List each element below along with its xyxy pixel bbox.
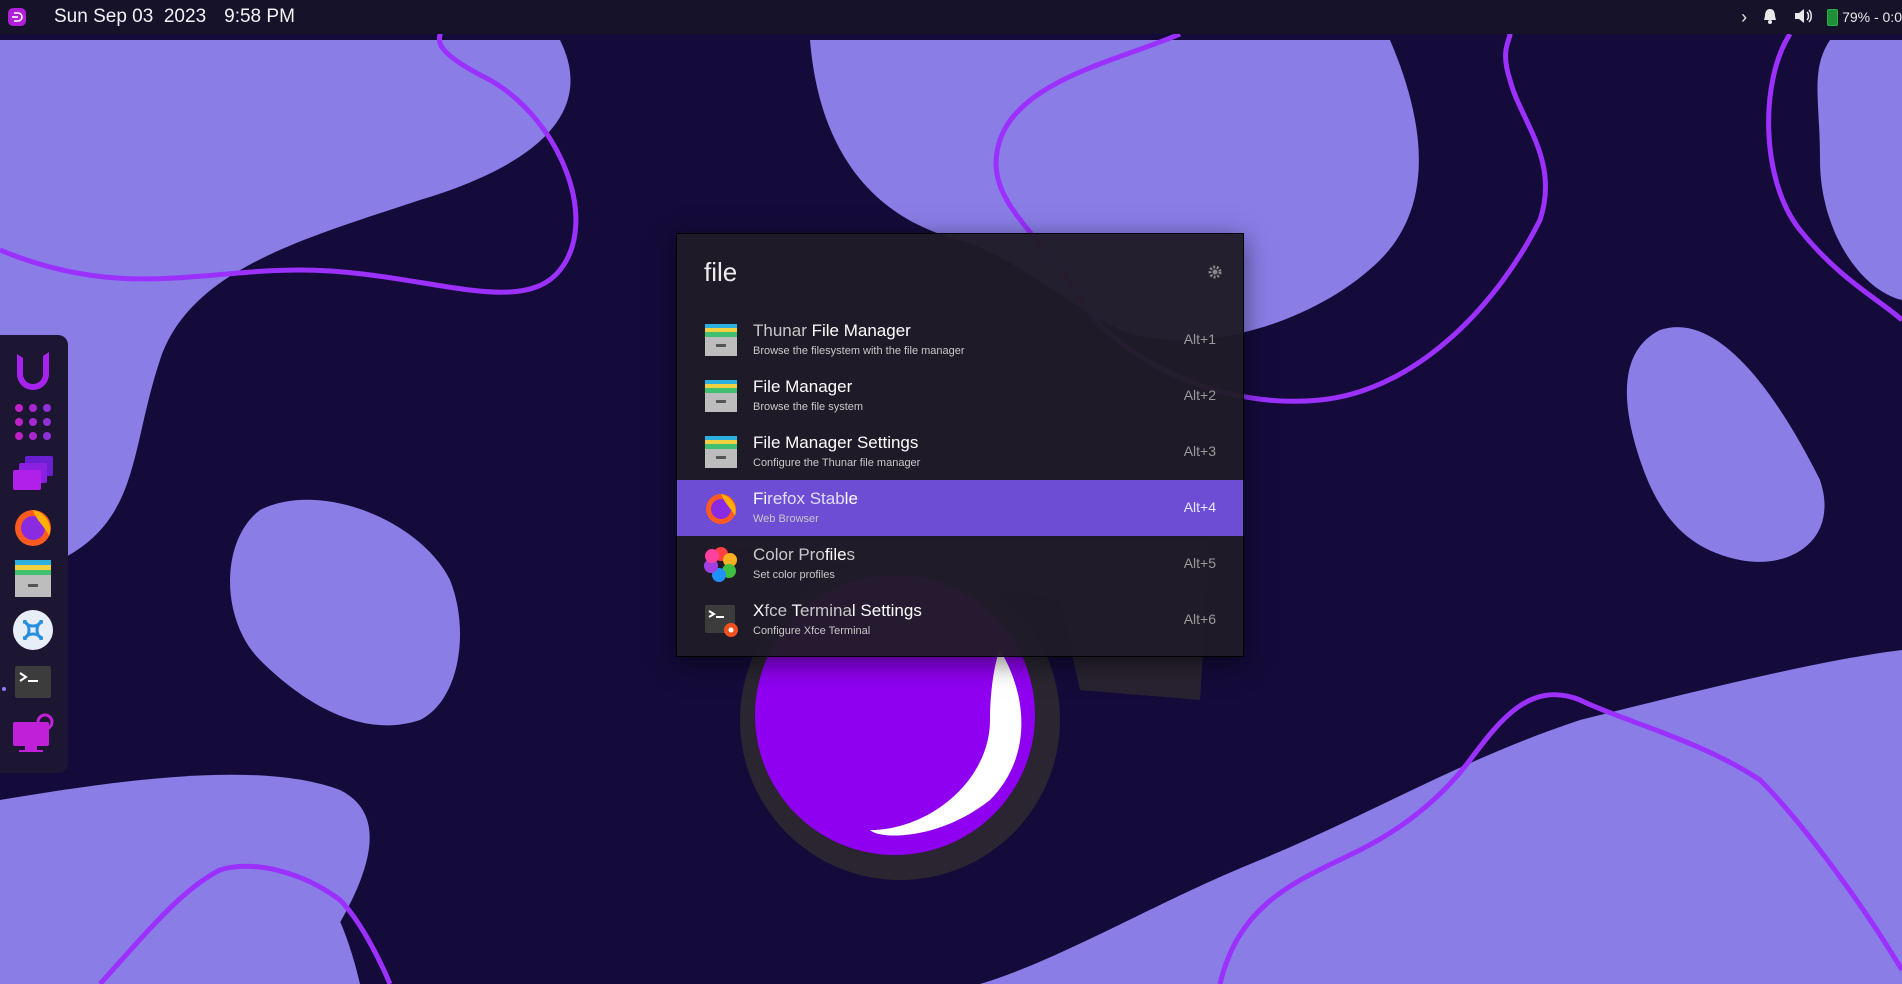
- match-highlight: File: [753, 377, 781, 396]
- match-highlight: Settings: [855, 601, 922, 620]
- match-highlight: Fi: [753, 489, 768, 508]
- hotkey-label: Alt+3: [1183, 443, 1216, 459]
- result-description: Browse the filesystem with the file mana…: [753, 345, 965, 357]
- hotkey-label: Alt+2: [1183, 387, 1216, 403]
- file-manager-icon: [703, 434, 739, 470]
- match-highlight: Manager: [785, 377, 853, 396]
- result-item[interactable]: Thunar File Manager Browse the filesystem…: [677, 312, 1243, 368]
- match-highlight: X: [753, 601, 765, 620]
- match-highlight: file: [824, 545, 847, 564]
- file-manager-icon[interactable]: [10, 555, 56, 601]
- result-name: File Manager: [753, 377, 852, 397]
- name-text: fce: [764, 601, 792, 620]
- battery-label: 79% - 0:0: [1842, 9, 1902, 25]
- search-input[interactable]: [704, 252, 1184, 292]
- result-name: File Manager Settings: [753, 433, 918, 453]
- name-text: ermina: [799, 601, 852, 620]
- hotkey-label: Alt+4: [1183, 499, 1216, 515]
- volume-icon[interactable]: [1793, 7, 1813, 28]
- chevron-right-icon[interactable]: ›: [1741, 7, 1747, 28]
- name-text: Color Pro: [753, 545, 825, 564]
- result-name: Color Profiles: [753, 545, 855, 565]
- result-name: Thunar File Manager: [753, 321, 911, 341]
- name-text: refox Stab: [767, 489, 845, 508]
- active-indicator: [2, 687, 6, 691]
- display-settings-icon[interactable]: [10, 711, 56, 757]
- clock[interactable]: Sun Sep 03 2023 9:58 PM: [54, 6, 295, 28]
- result-description: Configure the Thunar file manager: [753, 457, 921, 469]
- file-manager-icon: [703, 378, 739, 414]
- results-list: Thunar File Manager Browse the filesystem…: [677, 312, 1243, 648]
- result-description: Set color profiles: [753, 569, 835, 581]
- result-description: Browse the file system: [753, 401, 864, 413]
- file-manager-icon: [703, 322, 739, 358]
- app-grid-icon[interactable]: [10, 399, 56, 445]
- result-description: Web Browser: [753, 513, 819, 525]
- result-item[interactable]: File Manager Browse the file system Alt+2: [677, 368, 1243, 424]
- terminal-icon[interactable]: [10, 659, 56, 705]
- result-name: Xfce Terminal Settings: [753, 601, 922, 621]
- match-highlight: File: [753, 433, 781, 452]
- app-launcher: Thunar File ManagerBrowse the filesystem…: [676, 233, 1244, 657]
- result-description: Configure Xfce Terminal: [753, 625, 871, 637]
- hotkey-label: Alt+6: [1183, 611, 1216, 627]
- match-highlight: Manager: [843, 321, 911, 340]
- color-profiles-icon: [703, 546, 739, 582]
- match-highlight: le: [844, 489, 858, 508]
- bell-icon[interactable]: [1761, 7, 1779, 28]
- workspaces-icon[interactable]: [10, 451, 56, 497]
- top-panel: Sun Sep 03 2023 9:58 PM › 79% - 0:0: [0, 0, 1902, 34]
- result-item[interactable]: Xfce Terminal Settings Configure Xfce Ter…: [677, 592, 1243, 648]
- system-tray: › 79% - 0:0: [1741, 0, 1902, 34]
- time-label: 9:58 PM: [224, 6, 295, 27]
- gear-icon[interactable]: [1207, 264, 1223, 280]
- result-item[interactable]: Firefox Stable Web Browser Alt+4: [677, 480, 1243, 536]
- hotkey-label: Alt+1: [1183, 331, 1216, 347]
- match-highlight: T: [791, 601, 800, 620]
- battery-icon: [1827, 8, 1839, 26]
- result-name: Firefox Stable: [753, 489, 858, 509]
- name-text: s: [846, 545, 856, 564]
- hotkey-label: Alt+5: [1183, 555, 1216, 571]
- terminal-settings-icon: [703, 602, 739, 638]
- match-highlight: Manager Settings: [785, 433, 919, 452]
- firefox-icon[interactable]: [10, 503, 56, 549]
- settings-manager-icon[interactable]: [10, 607, 56, 653]
- menu-icon[interactable]: [8, 8, 26, 26]
- ultramarine-logo-icon[interactable]: [10, 347, 56, 393]
- match-highlight: File: [811, 321, 839, 340]
- battery-indicator[interactable]: 79% - 0:0: [1827, 8, 1902, 26]
- result-item[interactable]: File Manager Settings Configure the Thuna…: [677, 424, 1243, 480]
- name-text: Thunar: [753, 321, 812, 340]
- firefox-icon: [703, 490, 739, 526]
- dock: [0, 335, 68, 773]
- date-label: Sun Sep 03 2023: [54, 6, 207, 27]
- result-item[interactable]: Color Profiles Set color profiles Alt+5: [677, 536, 1243, 592]
